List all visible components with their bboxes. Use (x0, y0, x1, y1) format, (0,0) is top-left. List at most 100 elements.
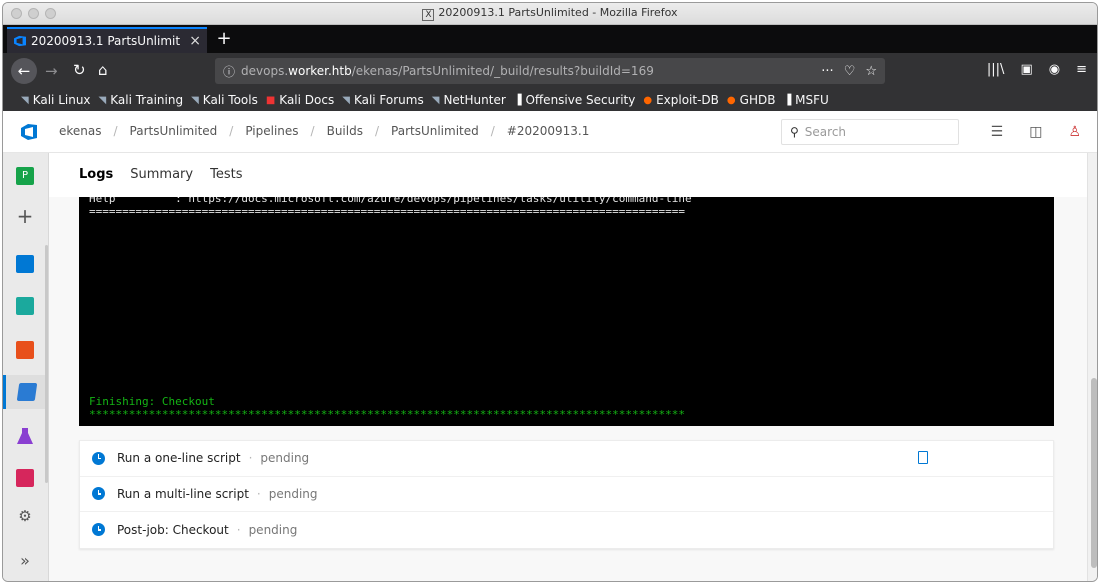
tab-close-icon[interactable]: × (189, 33, 201, 49)
separator-dot: · (236, 522, 241, 537)
docs-icon: ■ (265, 94, 276, 106)
task-list-icon[interactable]: ☰ (991, 124, 1004, 140)
dragon-icon: ◥ (342, 94, 350, 106)
bookmark-nethunter[interactable]: ◥ NetHunter (432, 93, 506, 107)
bookmark-kali-training[interactable]: ◥ Kali Training (99, 93, 184, 107)
back-button[interactable]: ← (11, 58, 37, 84)
rail-overview[interactable] (3, 247, 47, 281)
breadcrumb-org[interactable]: ekenas (59, 124, 102, 138)
rail-scrollbar[interactable] (45, 245, 48, 483)
sidebar-icon[interactable]: ▣ (1020, 62, 1032, 77)
breadcrumb-pipeline[interactable]: PartsUnlimited (391, 124, 479, 138)
tab-logs[interactable]: Logs (79, 167, 113, 182)
bookmark-kali-forums[interactable]: ◥ Kali Forums (342, 93, 424, 107)
info-icon[interactable]: ⓘ (223, 63, 235, 80)
step-status: pending (260, 451, 310, 466)
bug-icon: ● (643, 94, 653, 106)
step-status: pending (268, 486, 318, 501)
bookmark-kali-linux[interactable]: ◥ Kali Linux (21, 93, 91, 107)
new-tab-button[interactable]: + (214, 28, 234, 49)
breadcrumb-separator: / (113, 124, 118, 138)
navigation-bar: ← → ↻ ⌂ ⓘ devops. worker.htb/ekenas/Parts… (3, 53, 1097, 89)
separator-dot: · (248, 451, 253, 466)
page-actions-icon[interactable]: ··· (821, 64, 833, 79)
rail-repos[interactable] (3, 333, 47, 367)
account-icon[interactable]: ◉ (1049, 62, 1060, 77)
tab-label: 20200913.1 PartsUnlimit (31, 34, 181, 48)
rail-artifacts[interactable] (3, 461, 47, 495)
rail-pipelines[interactable] (3, 375, 47, 409)
list-item[interactable]: Run a multi-line script · pending (80, 477, 1053, 512)
pocket-icon[interactable]: ♡ (844, 64, 856, 79)
x11-icon: X (422, 9, 435, 21)
title-bar: X 20200913.1 PartsUnlimited - Mozilla Fir… (3, 3, 1097, 25)
artifacts-icon (16, 469, 34, 487)
project-avatar: P (16, 167, 34, 185)
scrollbar-thumb[interactable] (1091, 378, 1097, 568)
list-item[interactable]: Post-job: Checkout · pending (80, 512, 1053, 548)
library-icon[interactable]: |||\ (987, 62, 1005, 77)
azure-devops-logo-icon[interactable] (20, 123, 38, 141)
azure-devops-icon (14, 35, 26, 47)
rail-project-avatar[interactable]: P (3, 159, 47, 193)
step-name: Post-job: Checkout (117, 522, 229, 537)
breadcrumb-builds[interactable]: Builds (327, 124, 363, 138)
overview-icon (16, 255, 34, 273)
browser-tab[interactable]: 20200913.1 PartsUnlimit × (7, 27, 207, 53)
url-path: /ekenas/PartsUnlimited/_build/results?bu… (351, 64, 654, 78)
bookmark-star-icon[interactable]: ☆ (865, 64, 877, 79)
rail-expand[interactable]: » (3, 543, 47, 577)
bookmark-exploit-db[interactable]: ● Exploit-DB (643, 93, 719, 107)
view-raw-log-icon[interactable] (918, 451, 928, 464)
page-scrollbar[interactable] (1087, 153, 1097, 581)
user-settings-icon[interactable]: ♙ (1068, 124, 1081, 140)
search-input[interactable]: ⚲ Search (781, 119, 959, 145)
bookmarks-toolbar: ◥ Kali Linux ◥ Kali Training ◥ Kali Tools ■… (3, 89, 1097, 111)
rail-boards[interactable] (3, 289, 47, 323)
url-bar[interactable]: ⓘ devops. worker.htb/ekenas/PartsUnlimite… (215, 58, 885, 84)
rail-project-settings[interactable]: ⚙ (3, 499, 47, 533)
breadcrumb-pipelines[interactable]: Pipelines (245, 124, 298, 138)
rail-test-plans[interactable] (3, 419, 47, 453)
log-console[interactable]: Help : https://docs.microsoft.com/azure/… (79, 197, 1054, 426)
reload-button[interactable]: ↻ (73, 61, 86, 79)
breadcrumb-project[interactable]: PartsUnlimited (130, 124, 218, 138)
window-title-text: 20200913.1 PartsUnlimited - Mozilla Fire… (438, 6, 678, 19)
rail-new-button[interactable]: + (3, 199, 47, 233)
window-title: X 20200913.1 PartsUnlimited - Mozilla Fir… (3, 6, 1097, 21)
build-results-main: Logs Summary Tests Help : https://docs.m… (49, 153, 1087, 581)
plus-icon: + (16, 204, 34, 228)
dragon-icon: ◥ (21, 94, 29, 106)
job-steps-list: Run a one-line script · pending Run a mu… (79, 440, 1054, 549)
breadcrumb-build[interactable]: #20200913.1 (507, 124, 590, 138)
clock-icon (92, 523, 105, 537)
offsec-icon: ▐ (513, 94, 522, 106)
tab-tests[interactable]: Tests (210, 167, 242, 182)
pipelines-icon (16, 383, 37, 401)
separator-dot: · (256, 486, 261, 501)
bookmark-kali-tools[interactable]: ◥ Kali Tools (191, 93, 258, 107)
breadcrumb-separator: / (229, 124, 234, 138)
url-prefix: devops. (241, 64, 289, 78)
bug-icon: ● (726, 94, 736, 106)
console-line: ****************************************… (89, 408, 686, 421)
list-item[interactable]: Run a one-line script · pending (80, 441, 1053, 477)
forward-button[interactable]: → (45, 62, 58, 80)
console-line: Help : https://docs.microsoft.com/azure/… (89, 197, 692, 205)
home-button[interactable]: ⌂ (98, 61, 108, 79)
console-line: Finishing: Checkout (89, 395, 215, 408)
marketplace-bag-icon[interactable]: ◫ (1029, 124, 1042, 140)
menu-icon[interactable]: ≡ (1076, 62, 1087, 77)
breadcrumb-separator: / (374, 124, 380, 138)
bookmark-ghdb[interactable]: ● GHDB (727, 93, 776, 107)
repos-icon (16, 341, 34, 359)
tab-summary[interactable]: Summary (130, 167, 193, 182)
boards-icon (16, 297, 34, 315)
dragon-icon: ◥ (98, 94, 107, 106)
tab-bar: 20200913.1 PartsUnlimit × + (3, 25, 1097, 53)
bookmark-kali-docs[interactable]: ■ Kali Docs (266, 93, 334, 107)
bookmark-offensive-security[interactable]: ▐ Offensive Security (514, 93, 636, 107)
bookmark-msfu[interactable]: ▐ MSFU (783, 93, 828, 107)
step-name: Run a one-line script (117, 451, 241, 466)
breadcrumb-separator: / (310, 124, 315, 138)
